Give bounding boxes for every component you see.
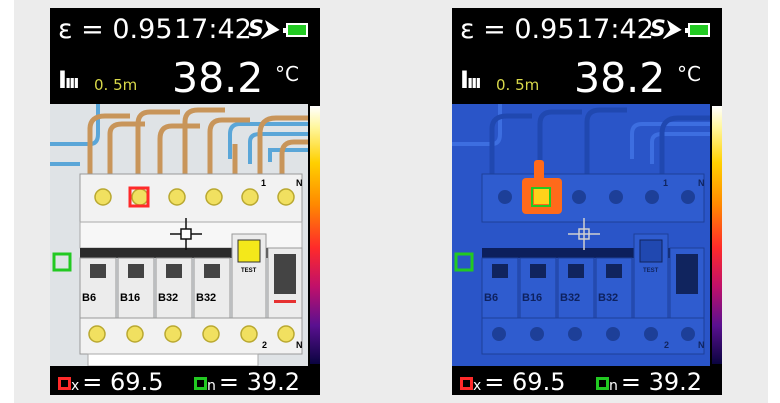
min-temperature: n = 39.2 xyxy=(194,368,300,396)
svg-text:2: 2 xyxy=(664,340,669,350)
temperature-unit: °C xyxy=(275,62,299,86)
test-label: TEST xyxy=(643,268,659,274)
center-temperature: 38.2 xyxy=(172,54,264,102)
temperature-unit: °C xyxy=(677,62,701,86)
distance-icon: Iııı xyxy=(460,66,481,94)
min-max-bar: x = 69.5 n = 39.2 xyxy=(452,366,722,396)
distance-readout: 0. 5m xyxy=(94,76,138,94)
thermal-image-view[interactable]: 1 N TEST B6 B16 B32 B32 2 N xyxy=(452,104,710,366)
breaker-label-1: B6 xyxy=(484,292,498,304)
svg-text:N: N xyxy=(698,178,705,188)
max-marker-icon xyxy=(58,377,71,390)
min-marker-icon xyxy=(194,377,207,390)
breaker-label-1: B6 xyxy=(82,292,96,304)
color-palette-bar xyxy=(712,106,722,364)
battery-icon xyxy=(685,23,710,37)
battery-icon xyxy=(283,23,308,37)
svg-text:2: 2 xyxy=(262,340,267,350)
thermal-image-view[interactable]: 1 N TEST B6 B16 B32 B32 2 N xyxy=(50,104,308,366)
camera-screen-thermal: ε = 0.95 17:42 S⮞ Iııı 0. 5m 38.2 °C 1 N… xyxy=(452,8,722,396)
breaker-label-2: B16 xyxy=(120,292,140,304)
test-label: TEST xyxy=(241,268,257,274)
svg-text:1: 1 xyxy=(663,178,668,188)
breaker-label-3: B32 xyxy=(560,292,580,304)
svg-text:N: N xyxy=(698,340,705,350)
camera-screen-visual: ε = 0.95 17:42 S⮞ Iııı 0. 5m 38.2 °C 1 N… xyxy=(50,8,320,396)
svg-text:N: N xyxy=(296,340,303,350)
max-temperature: x = 69.5 xyxy=(460,368,565,396)
sd-card-icon: S⮞ xyxy=(650,17,680,42)
min-max-bar: x = 69.5 n = 39.2 xyxy=(50,366,320,396)
svg-text:1: 1 xyxy=(261,178,266,188)
clock: 17:42 xyxy=(174,14,252,45)
center-temperature: 38.2 xyxy=(574,54,666,102)
min-marker-icon xyxy=(596,377,609,390)
distance-readout: 0. 5m xyxy=(496,76,540,94)
emissivity-readout: ε = 0.95 xyxy=(58,14,173,45)
color-palette-bar xyxy=(310,106,320,364)
breaker-label-3: B32 xyxy=(158,292,178,304)
clock: 17:42 xyxy=(576,14,654,45)
max-temperature: x = 69.5 xyxy=(58,368,163,396)
max-marker-icon xyxy=(460,377,473,390)
status-bar: ε = 0.95 17:42 S⮞ xyxy=(50,8,320,54)
svg-text:N: N xyxy=(296,178,303,188)
distance-icon: Iııı xyxy=(58,66,79,94)
sd-card-icon: S⮞ xyxy=(248,17,278,42)
breaker-label-4: B32 xyxy=(598,292,618,304)
emissivity-readout: ε = 0.95 xyxy=(460,14,575,45)
breaker-label-2: B16 xyxy=(522,292,542,304)
breaker-label-4: B32 xyxy=(196,292,216,304)
status-bar: ε = 0.95 17:42 S⮞ xyxy=(452,8,722,54)
min-temperature: n = 39.2 xyxy=(596,368,702,396)
